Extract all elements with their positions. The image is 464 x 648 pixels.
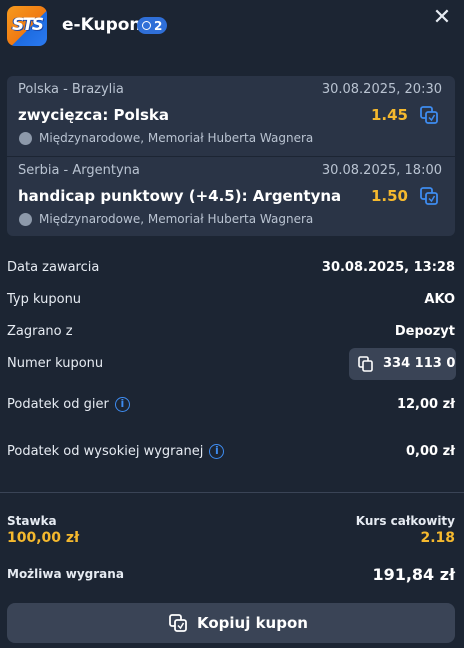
detail-value: 0,00 zł: [406, 444, 455, 459]
bet-match: Serbia - Argentyna: [18, 163, 140, 178]
bets-list: Polska - Brazylia 30.08.2025, 20:30 zwyc…: [7, 76, 455, 236]
copy-icon[interactable]: [420, 106, 438, 124]
detail-label: Podatek od wysokiej wygranej i: [7, 444, 225, 459]
possible-win-value: 191,84 zł: [372, 565, 455, 584]
close-icon[interactable]: ✕: [430, 6, 454, 30]
divider: [0, 492, 464, 493]
detail-row-high-win-tax: Podatek od wysokiej wygranej i 0,00 zł: [0, 436, 464, 468]
detail-value: 12,00 zł: [396, 397, 455, 412]
stake-label: Stawka: [7, 514, 57, 528]
copy-coupon-number-button[interactable]: 334 113 0: [349, 348, 456, 380]
logo-text: STS: [11, 15, 44, 35]
possible-win-label: Możliwa wygrana: [7, 567, 124, 581]
bet-count: 2: [154, 18, 163, 33]
bet-date: 30.08.2025, 18:00: [321, 163, 442, 178]
bet-count-badge: 2: [137, 17, 168, 34]
bet-odds: 1.50: [370, 187, 408, 205]
copy-coupon-button[interactable]: Kopiuj kupon: [7, 603, 455, 643]
detail-label: Podatek od gier i: [7, 397, 130, 412]
info-icon[interactable]: i: [209, 444, 225, 459]
tax-label: Podatek od gier: [7, 397, 109, 412]
detail-value: 30.08.2025, 13:28: [321, 260, 455, 275]
detail-row-date: Data zawarcia 30.08.2025, 13:28: [0, 252, 464, 284]
bet-date: 30.08.2025, 20:30: [321, 82, 442, 97]
page-title: e-Kupon: [62, 15, 142, 35]
detail-row-type: Typ kuponu AKO: [0, 284, 464, 316]
bet-pick: zwycięzca: Polska: [18, 106, 170, 124]
detail-label: Zagrano z: [7, 324, 73, 339]
high-win-tax-label: Podatek od wysokiej wygranej: [7, 444, 204, 459]
bet-league: Międzynarodowe, Memoriał Huberta Wagnera: [39, 131, 314, 145]
copy-coupon-label: Kopiuj kupon: [197, 614, 308, 632]
bet-item: Serbia - Argentyna 30.08.2025, 18:00 han…: [7, 156, 455, 236]
detail-label: Numer kuponu: [7, 356, 104, 371]
bet-odds: 1.45: [370, 106, 408, 124]
detail-value: Depozyt: [394, 324, 455, 339]
copy-icon: [358, 356, 373, 372]
detail-row-played-from: Zagrano z Depozyt: [0, 316, 464, 348]
detail-label: Typ kuponu: [7, 292, 82, 307]
detail-value: AKO: [424, 292, 455, 307]
copy-coupon-icon: [169, 614, 187, 632]
info-icon[interactable]: i: [114, 397, 130, 412]
bet-league: Międzynarodowe, Memoriał Huberta Wagnera: [39, 212, 314, 226]
detail-row-tax: Podatek od gier i 12,00 zł: [0, 389, 464, 421]
volleyball-icon: [19, 132, 32, 145]
total-odds-label: Kurs całkowity: [355, 514, 455, 528]
coupon-number: 334 113 0: [383, 356, 456, 371]
sts-logo: STS: [7, 6, 47, 46]
total-odds-value: 2.18: [420, 530, 455, 546]
coupon-icon: [142, 21, 151, 30]
bet-match: Polska - Brazylia: [18, 82, 124, 97]
copy-icon[interactable]: [420, 187, 438, 205]
bet-item: Polska - Brazylia 30.08.2025, 20:30 zwyc…: [7, 76, 455, 156]
bet-pick: handicap punktowy (+4.5): Argentyna: [18, 187, 342, 205]
stake-value: 100,00 zł: [7, 530, 80, 546]
coupon-header: STS e-Kupon 2 ✕: [0, 0, 464, 56]
volleyball-icon: [19, 213, 32, 226]
detail-label: Data zawarcia: [7, 260, 100, 275]
